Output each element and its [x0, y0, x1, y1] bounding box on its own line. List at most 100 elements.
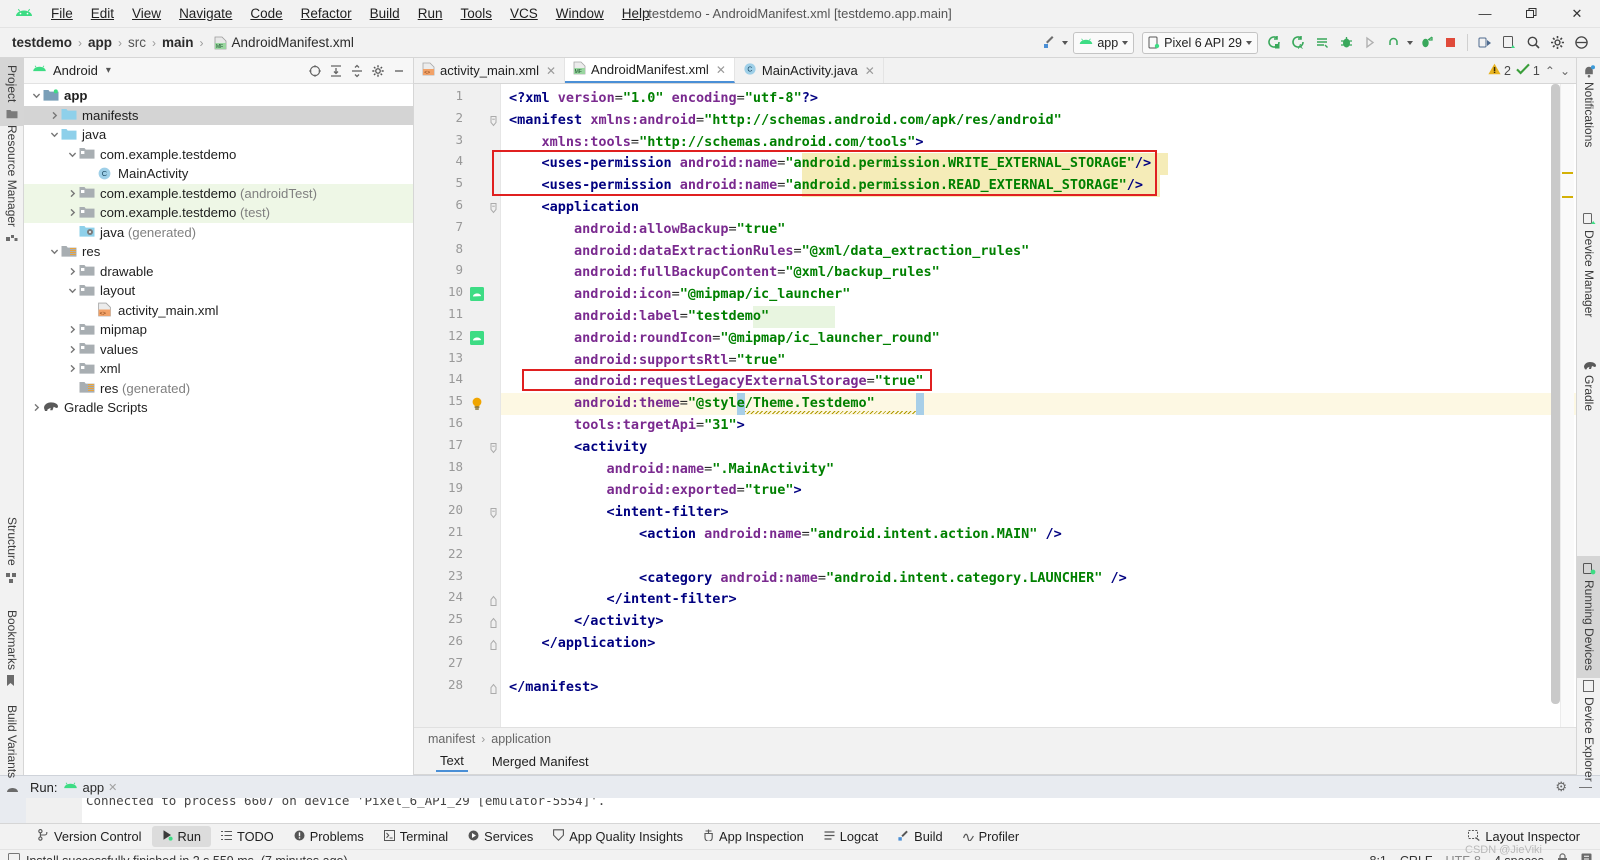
branch-icon[interactable]: [1581, 853, 1592, 860]
tab-main-activity-java[interactable]: C MainActivity.java ✕: [735, 58, 884, 83]
error-stripe[interactable]: [1560, 84, 1574, 727]
tree-node-activity-main-xml[interactable]: <> activity_main.xml: [24, 301, 413, 321]
tree-node-manifests[interactable]: manifests: [24, 105, 413, 125]
breadcrumb-manifest-file[interactable]: AndroidManifest.xml: [232, 35, 354, 50]
tree-node-layout[interactable]: layout: [24, 281, 413, 301]
code-line-14[interactable]: android:requestLegacyExternalStorage="tr…: [509, 371, 924, 393]
tab-merged-manifest[interactable]: Merged Manifest: [488, 752, 593, 771]
code-line-6[interactable]: <application: [509, 197, 640, 219]
fold-marker-line-17[interactable]: [489, 442, 499, 454]
bottom-tool-problems[interactable]: Problems: [284, 826, 374, 847]
device-selector[interactable]: Pixel 6 API 29: [1142, 31, 1258, 54]
tree-node-gradle-scripts[interactable]: Gradle Scripts: [24, 398, 413, 418]
tree-node-com-example-testdemo[interactable]: com.example.testdemo (test): [24, 203, 413, 223]
debug-icon[interactable]: [1335, 32, 1357, 54]
search-everywhere-icon[interactable]: [1522, 32, 1544, 54]
tree-node-com-example-testdemo[interactable]: com.example.testdemo (androidTest): [24, 183, 413, 203]
tree-node-java[interactable]: java: [24, 125, 413, 145]
code-line-1[interactable]: <?xml version="1.0" encoding="utf-8"?>: [509, 88, 818, 110]
bottom-tool-version-control[interactable]: Version Control: [28, 826, 152, 847]
bottom-tool-profiler[interactable]: Profiler: [953, 826, 1030, 847]
menu-file[interactable]: File: [42, 3, 82, 24]
tree-arrow-right-icon[interactable]: [66, 265, 79, 278]
menu-edit[interactable]: Edit: [82, 3, 123, 24]
fold-marker-line-2[interactable]: [489, 115, 499, 127]
rail-item-notifications[interactable]: Notifications: [1577, 58, 1600, 154]
code-line-10[interactable]: android:icon="@mipmap/ic_launcher": [509, 284, 850, 306]
editor-scrollbar[interactable]: [1551, 84, 1560, 727]
tree-arrow-down-icon[interactable]: [30, 89, 43, 102]
menu-build[interactable]: Build: [361, 3, 409, 24]
menu-code[interactable]: Code: [241, 3, 291, 24]
rail-item-device-explorer[interactable]: Device Explorer: [1577, 673, 1600, 789]
code-line-8[interactable]: android:dataExtractionRules="@xml/data_e…: [509, 241, 1029, 263]
menu-refactor[interactable]: Refactor: [292, 3, 361, 24]
code-line-24[interactable]: </intent-filter>: [509, 589, 737, 611]
project-tree[interactable]: app manifests java com.example.testdemo C Mai…: [24, 84, 413, 775]
tab-activity-main-xml[interactable]: <> activity_main.xml ✕: [414, 58, 566, 83]
code-line-16[interactable]: tools:targetApi="31">: [509, 415, 745, 437]
tree-arrow-right-icon[interactable]: [30, 401, 43, 414]
expand-all-icon[interactable]: [326, 61, 346, 81]
tree-arrow-down-icon[interactable]: [66, 284, 79, 297]
tree-arrow-right-icon[interactable]: [48, 109, 61, 122]
make-project-icon[interactable]: [1038, 32, 1060, 54]
tab-close-main-activity[interactable]: ✕: [865, 64, 875, 78]
bottom-tool-todo[interactable]: TODO: [211, 826, 284, 847]
tree-arrow-down-icon[interactable]: [48, 245, 61, 258]
bottom-tool-app-quality-insights[interactable]: App Quality Insights: [543, 826, 693, 847]
tree-node-drawable[interactable]: drawable: [24, 262, 413, 282]
breadcrumb-manifest[interactable]: manifest: [428, 732, 475, 746]
code-line-2[interactable]: <manifest xmlns:android="http://schemas.…: [509, 110, 1062, 132]
bottom-tool-terminal[interactable]: Terminal: [374, 826, 458, 847]
gutter-icons-column[interactable]: [469, 84, 487, 727]
close-button[interactable]: ✕: [1554, 0, 1600, 28]
code-line-12[interactable]: android:roundIcon="@mipmap/ic_launcher_r…: [509, 328, 940, 350]
tree-arrow-right-icon[interactable]: [66, 206, 79, 219]
run-console[interactable]: Connected to process 6607 on device 'Pix…: [26, 798, 1600, 823]
tree-node-values[interactable]: values: [24, 340, 413, 360]
code-text[interactable]: <?xml version="1.0" encoding="utf-8"?> <m…: [501, 84, 1576, 727]
menu-navigate[interactable]: Navigate: [170, 3, 241, 24]
code-line-9[interactable]: android:fullBackupContent="@xml/backup_r…: [509, 262, 940, 284]
breadcrumb-application[interactable]: application: [491, 732, 551, 746]
code-line-7[interactable]: android:allowBackup="true": [509, 219, 785, 241]
code-line-28[interactable]: </manifest>: [509, 677, 598, 699]
collapse-all-icon[interactable]: [347, 61, 367, 81]
tree-arrow-right-icon[interactable]: [66, 187, 79, 200]
code-line-26[interactable]: </application>: [509, 633, 656, 655]
undo-icon[interactable]: [1383, 32, 1405, 54]
select-opened-file-icon[interactable]: [305, 61, 325, 81]
run-with-coverage-icon[interactable]: [1311, 32, 1333, 54]
tree-node-com-example-testdemo[interactable]: com.example.testdemo: [24, 145, 413, 165]
minimize-button[interactable]: —: [1462, 0, 1508, 28]
code-line-4[interactable]: <uses-permission android:name="android.p…: [509, 153, 1152, 175]
fold-marker-line-20[interactable]: [489, 507, 499, 519]
undo-chevron-down-icon[interactable]: [1407, 40, 1413, 45]
bottom-tool-services[interactable]: Services: [458, 826, 543, 847]
device-manager-icon[interactable]: [1474, 32, 1496, 54]
event-log-icon[interactable]: [8, 853, 20, 860]
tree-arrow-right-icon[interactable]: [66, 323, 79, 336]
run-configuration-selector[interactable]: app: [1073, 31, 1135, 54]
project-view-chevron-down-icon[interactable]: ▾: [106, 65, 111, 76]
rail-item-gradle[interactable]: Gradle: [1577, 351, 1600, 418]
code-line-23[interactable]: <category android:name="android.intent.c…: [509, 568, 1127, 590]
code-line-11[interactable]: android:label="testdemo": [509, 306, 769, 328]
fold-marker-line-6[interactable]: [489, 202, 499, 214]
breadcrumb-src[interactable]: src: [128, 35, 146, 50]
menu-help[interactable]: Help: [613, 3, 659, 24]
caret-position[interactable]: 8:1: [1370, 854, 1387, 860]
tree-node-res[interactable]: res: [24, 242, 413, 262]
warning-count-chip[interactable]: 2: [1488, 63, 1511, 78]
bottom-tool-logcat[interactable]: Logcat: [814, 826, 888, 847]
profile-icon[interactable]: [1415, 32, 1437, 54]
apply-code-changes-icon[interactable]: A: [1287, 32, 1309, 54]
stop-icon[interactable]: [1439, 32, 1461, 54]
status-message[interactable]: Install successfully finished in 2 s 559…: [26, 854, 348, 860]
tab-text[interactable]: Text: [436, 751, 468, 772]
code-line-19[interactable]: android:exported="true">: [509, 480, 802, 502]
inspection-ok-chip[interactable]: 1: [1516, 63, 1540, 78]
code-line-3[interactable]: xmlns:tools="http://schemas.android.com/…: [509, 132, 924, 154]
tree-node-xml[interactable]: xml: [24, 359, 413, 379]
